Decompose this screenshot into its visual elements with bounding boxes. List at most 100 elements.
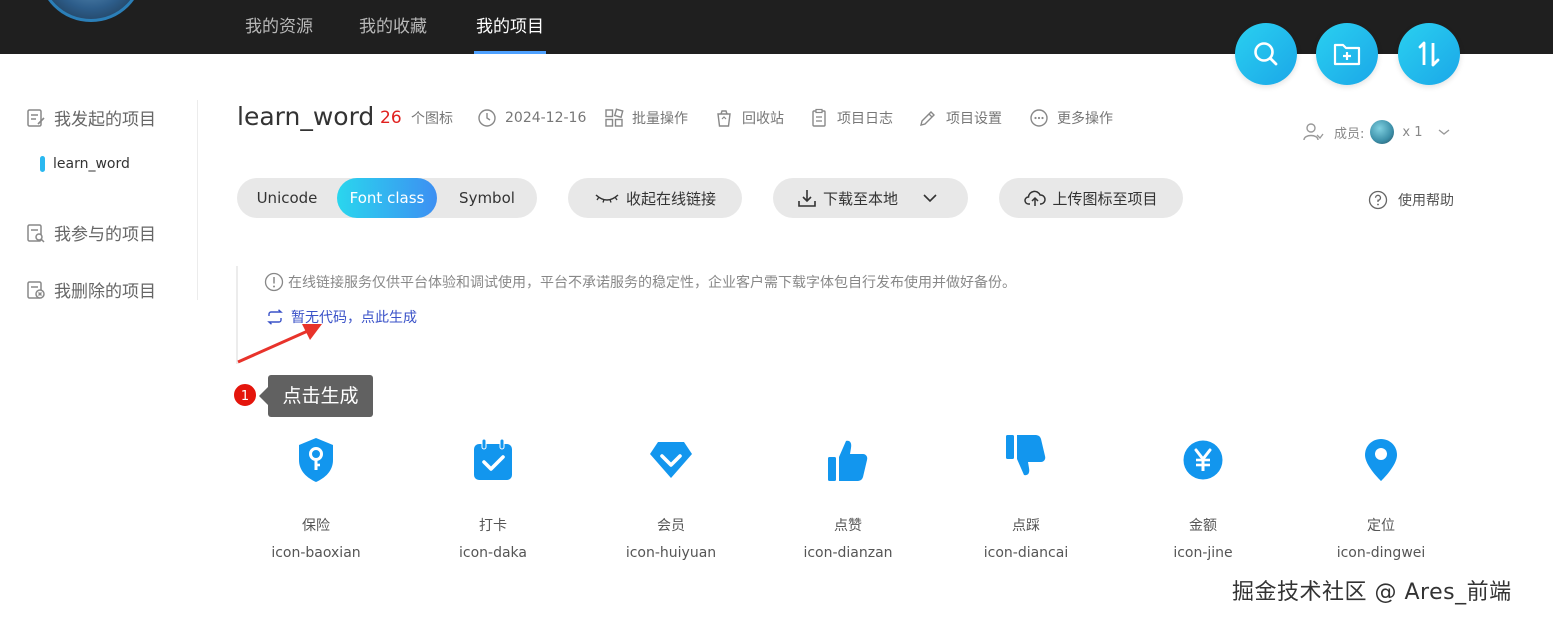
download-icon (798, 190, 816, 207)
icon-name: 点踩 (1012, 518, 1040, 534)
yen-icon (1183, 440, 1223, 480)
icon-count-unit: 个图标 (411, 108, 453, 128)
icon-card-huiyuan[interactable]: 会员 icon-huiyuan (596, 432, 746, 561)
tab-my-favorites[interactable]: 我的收藏 (359, 12, 427, 54)
tab-my-resources[interactable]: 我的资源 (245, 12, 313, 54)
icon-card-jine[interactable]: 金额 icon-jine (1128, 432, 1278, 561)
trash-icon (717, 110, 731, 127)
member-avatar (1370, 120, 1395, 144)
icon-code: icon-dianzan (803, 545, 893, 561)
watermark: 掘金技术社区 @ Ares_前端 (1232, 580, 1512, 605)
project-settings-button[interactable]: 项目设置 (918, 108, 1002, 128)
more-operations-label: 更多操作 (1057, 111, 1113, 127)
chevron-down-icon (1438, 129, 1449, 135)
sidebar-item-label: learn_word (53, 156, 130, 172)
thumbs-up-icon (828, 440, 868, 481)
format-font-class-option[interactable]: Font class (337, 178, 437, 218)
pencil-icon (920, 111, 935, 126)
calendar-check-icon (474, 438, 512, 480)
help-label: 使用帮助 (1398, 193, 1454, 209)
active-indicator (40, 156, 45, 172)
question-circle-icon (1368, 190, 1388, 210)
location-pin-icon (1365, 439, 1397, 481)
icon-card-daka[interactable]: 打卡 icon-daka (418, 432, 568, 561)
sidebar-divider (197, 100, 198, 300)
new-project-button[interactable] (1316, 23, 1378, 85)
upload-icons-label: 上传图标至项目 (1052, 189, 1158, 208)
info-circle-icon (264, 272, 284, 292)
more-operations-button[interactable]: 更多操作 (1029, 108, 1113, 128)
recycle-bin-label: 回收站 (742, 111, 784, 127)
icon-card-diancai[interactable]: 点踩 icon-diancai (951, 432, 1101, 561)
sidebar-item-label: 我删除的项目 (54, 282, 156, 302)
project-log-label: 项目日志 (837, 111, 893, 127)
cloud-upload-icon (1024, 190, 1047, 206)
tab-my-projects[interactable]: 我的项目 (474, 12, 546, 54)
code-format-switch: Unicode Font class Symbol (237, 178, 537, 218)
members-label: 成员: (1334, 126, 1365, 142)
collapse-link-label: 收起在线链接 (625, 189, 716, 208)
annotation-arrow (237, 324, 322, 364)
icon-count: 26 (380, 108, 402, 128)
recycle-bin-button[interactable]: 回收站 (714, 108, 784, 128)
download-button[interactable]: 下载至本地 (773, 178, 968, 218)
search-icon (1254, 42, 1278, 66)
sidebar-item-learn-word[interactable]: learn_word (40, 156, 130, 172)
clock-icon (478, 109, 496, 127)
project-log-button[interactable]: 项目日志 (809, 108, 893, 128)
document-search-icon (27, 223, 45, 243)
online-link-notice: 在线链接服务仅供平台体验和调试使用，平台不承诺服务的稳定性，企业客户需下载字体包… (264, 272, 1016, 292)
chevron-down-icon (923, 194, 937, 203)
thumbs-down-icon (1006, 435, 1046, 476)
sort-icon (1418, 41, 1440, 67)
user-avatar[interactable] (38, 0, 144, 22)
sidebar-item-label: 我参与的项目 (54, 225, 156, 245)
icon-name: 定位 (1367, 518, 1395, 534)
document-edit-icon (27, 108, 45, 127)
document-delete-icon (27, 280, 45, 299)
notice-text: 在线链接服务仅供平台体验和调试使用，平台不承诺服务的稳定性，企业客户需下载字体包… (288, 275, 1016, 291)
icon-card-dingwei[interactable]: 定位 icon-dingwei (1306, 432, 1456, 561)
icon-code: icon-diancai (983, 545, 1069, 561)
project-title: learn_word (237, 102, 375, 131)
members-dropdown[interactable]: 成员: x 1 (1302, 120, 1451, 144)
icon-code: icon-daka (459, 545, 527, 561)
icon-name: 保险 (302, 518, 330, 534)
project-settings-label: 项目设置 (946, 111, 1002, 127)
search-button[interactable] (1235, 23, 1297, 85)
format-symbol-option[interactable]: Symbol (437, 178, 537, 218)
icon-card-baoxian[interactable]: 保险 icon-baoxian (241, 432, 391, 561)
icon-name: 会员 (657, 518, 685, 534)
sidebar-item-created-projects[interactable]: 我发起的项目 (26, 105, 156, 130)
sidebar-item-joined-projects[interactable]: 我参与的项目 (26, 220, 156, 245)
icon-card-dianzan[interactable]: 点赞 icon-dianzan (773, 432, 923, 561)
icon-name: 金额 (1189, 518, 1217, 534)
format-unicode-option[interactable]: Unicode (237, 178, 337, 218)
icon-name: 点赞 (834, 518, 862, 534)
batch-operation-label: 批量操作 (632, 111, 688, 127)
eye-closed-icon (595, 194, 619, 203)
folder-plus-icon (1333, 43, 1361, 66)
created-date: 2024-12-16 (477, 108, 586, 128)
members-count: x 1 (1402, 124, 1423, 140)
batch-operation-button[interactable]: 批量操作 (604, 108, 688, 128)
icon-name: 打卡 (479, 518, 507, 534)
sidebar-item-label: 我发起的项目 (54, 110, 156, 130)
sidebar-item-deleted-projects[interactable]: 我删除的项目 (26, 277, 156, 302)
sort-button[interactable] (1398, 23, 1460, 85)
created-date-text: 2024-12-16 (505, 110, 587, 126)
download-label: 下载至本地 (822, 189, 898, 208)
collapse-link-button[interactable]: 收起在线链接 (568, 178, 742, 218)
shield-key-icon (299, 438, 333, 482)
annotation-tooltip: 点击生成 (259, 375, 373, 417)
help-link[interactable]: 使用帮助 (1368, 190, 1454, 210)
diamond-icon (650, 442, 692, 478)
upload-icons-button[interactable]: 上传图标至项目 (999, 178, 1183, 218)
icon-count-unit-label: 个图标 (411, 111, 453, 127)
grid-icon (605, 108, 624, 127)
clipboard-icon (812, 108, 826, 127)
more-icon (1030, 109, 1048, 127)
icon-code: icon-baoxian (271, 545, 361, 561)
icon-code: icon-jine (1173, 545, 1233, 561)
icon-code: icon-dingwei (1336, 545, 1426, 561)
